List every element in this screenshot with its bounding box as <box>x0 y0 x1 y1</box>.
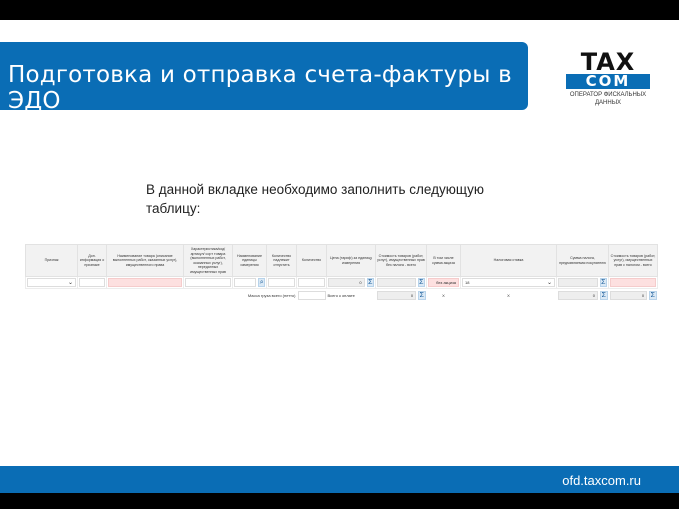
slide-title: Подготовка и отправка счета-фактуры в ЭД… <box>0 42 528 114</box>
bottom-black-bar <box>0 493 679 509</box>
col-header: Цена (тариф) за единицу измерения <box>326 244 376 277</box>
tax-rate-select[interactable]: 18 ⌄ <box>462 278 555 287</box>
col-header: В том числе сумма акциза <box>426 244 461 277</box>
top-bar <box>0 0 679 20</box>
tax-sum-input[interactable] <box>558 278 598 287</box>
site-url: ofd.taxcom.ru <box>562 473 641 488</box>
intro-text: В данной вкладке необходимо заполнить сл… <box>146 182 484 216</box>
product-name-input[interactable] <box>108 278 182 287</box>
sum-icon[interactable]: Σ <box>366 278 374 287</box>
table-row: ⌄ ⌕ 0Σ Σ без акциза 18 ⌄ Σ <box>25 276 658 289</box>
total-excise: Х <box>426 288 461 302</box>
header-row: Признак Доп. информация о признаке Наиме… <box>25 244 658 277</box>
price-input[interactable]: 0 <box>328 278 365 287</box>
excise-input[interactable]: без акциза <box>428 278 459 287</box>
tax-rate-value: 18 <box>465 279 470 285</box>
col-header: Стоимость товаров (работ, услуг), имущес… <box>608 244 658 277</box>
col-header: Наименование единицы измерения <box>232 244 267 277</box>
sum-icon[interactable]: Σ <box>417 278 425 287</box>
sum-with-tax-input[interactable] <box>610 278 656 287</box>
unit-input[interactable] <box>234 278 257 287</box>
mass-label: Масса груза всего (нетто) <box>25 288 297 302</box>
sum-icon[interactable]: Σ <box>599 278 607 287</box>
qty-to-ship-input[interactable] <box>268 278 295 287</box>
taxcom-logo: TAX COM ОПЕРАТОР ФИСКАЛЬНЫХ ДАННЫХ <box>566 48 650 107</box>
chevron-down-icon: ⌄ <box>67 279 73 286</box>
mass-input[interactable] <box>297 290 326 300</box>
invoice-table: Признак Доп. информация о признаке Наиме… <box>25 244 658 302</box>
sum-icon[interactable]: Σ <box>418 290 426 300</box>
col-header: Сумма налога, предъявляемая покупателю <box>556 244 609 277</box>
search-icon[interactable]: ⌕ <box>258 278 265 287</box>
total-tax-rate: Х <box>460 288 557 302</box>
total-sum-no-tax: 0 <box>376 290 417 300</box>
product-code-input[interactable] <box>185 278 231 287</box>
col-header: Количество <box>296 244 327 277</box>
footer-row: Масса груза всего (нетто) Всего к оплате… <box>25 288 658 302</box>
feature-info-input[interactable] <box>79 278 105 287</box>
total-label: Всего к оплате <box>326 288 376 302</box>
col-header: Характеристика/код/ артикул/ сорт товара… <box>183 244 233 277</box>
sum-no-tax-input[interactable] <box>377 278 416 287</box>
logo-tagline: ОПЕРАТОР ФИСКАЛЬНЫХ ДАННЫХ <box>569 92 647 106</box>
sum-icon[interactable]: Σ <box>600 290 608 300</box>
feature-select[interactable]: ⌄ <box>27 278 76 287</box>
total-sum-with-tax: 0 <box>609 290 648 300</box>
col-header: Наименование товара (описание выполненны… <box>106 244 184 277</box>
total-tax-sum: 0 <box>557 290 599 300</box>
chevron-down-icon: ⌄ <box>546 279 552 286</box>
qty-input[interactable] <box>298 278 325 287</box>
col-header: Количество надлежит отпустить <box>266 244 297 277</box>
col-header: Налоговая ставка <box>460 244 557 277</box>
col-header: Доп. информация о признаке <box>77 244 107 277</box>
logo-com: COM <box>566 74 650 89</box>
col-header: Признак <box>25 244 78 277</box>
sum-icon[interactable]: Σ <box>649 290 657 300</box>
logo-tax: TAX <box>580 48 636 76</box>
col-header: Стоимость товаров (работ, услуг), имущес… <box>375 244 427 277</box>
